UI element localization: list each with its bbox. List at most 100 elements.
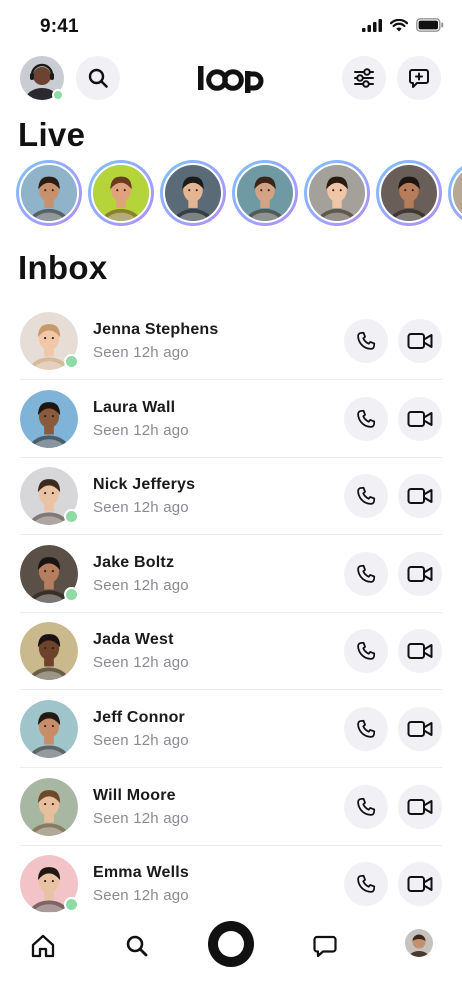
tab-bar	[0, 912, 462, 1000]
profile-avatar[interactable]	[20, 56, 64, 101]
video-camera-icon	[407, 488, 433, 505]
inbox-row[interactable]: Nick Jefferys Seen 12h ago	[0, 457, 462, 536]
battery-icon	[416, 18, 444, 32]
phone-icon	[357, 564, 376, 583]
live-story-avatar[interactable]	[16, 160, 82, 226]
video-call-button[interactable]	[398, 474, 442, 519]
live-avatar-photo	[91, 163, 151, 223]
contact-avatar	[20, 622, 78, 681]
contact-name: Jenna Stephens	[93, 321, 219, 338]
phone-icon	[357, 875, 376, 893]
contact-name: Nick Jefferys	[93, 476, 196, 494]
chat-icon	[313, 935, 337, 958]
status-bar: 9:41	[0, 0, 462, 52]
new-message-icon	[409, 69, 429, 88]
contact-name: Jeff Connor	[93, 709, 185, 726]
search-button[interactable]	[76, 56, 120, 100]
search-icon	[126, 935, 148, 957]
live-story-avatar[interactable]	[232, 160, 298, 226]
record-button[interactable]	[208, 921, 254, 967]
call-button[interactable]	[344, 319, 388, 363]
contact-avatar	[20, 389, 78, 448]
live-story-avatar[interactable]	[160, 160, 226, 226]
video-camera-icon	[407, 565, 433, 582]
call-button[interactable]	[344, 862, 388, 907]
video-call-button[interactable]	[398, 707, 442, 751]
phone-icon	[357, 797, 376, 816]
live-avatar-photo	[235, 163, 295, 223]
call-button[interactable]	[344, 551, 388, 596]
online-dot	[64, 509, 79, 525]
contact-status: Seen 12h ago	[93, 732, 189, 749]
contact-status: Seen 12h ago	[93, 344, 189, 361]
status-time: 9:41	[40, 16, 79, 37]
live-story-avatar[interactable]	[88, 160, 154, 226]
live-story-avatar[interactable]	[304, 160, 370, 226]
inbox-row[interactable]: Jenna Stephens Seen 12h ago	[0, 302, 462, 380]
header	[0, 52, 462, 106]
inbox-row[interactable]: Will Moore Seen 12h ago	[0, 768, 462, 846]
call-button[interactable]	[344, 629, 388, 674]
live-stories-row[interactable]	[16, 160, 462, 228]
video-call-button[interactable]	[398, 319, 442, 363]
call-button[interactable]	[344, 707, 388, 751]
new-message-button[interactable]	[397, 56, 441, 100]
tab-home[interactable]	[27, 930, 59, 962]
call-button[interactable]	[344, 784, 388, 829]
call-button[interactable]	[344, 396, 388, 441]
video-camera-icon	[407, 721, 433, 737]
contact-avatar	[20, 777, 78, 836]
live-avatar-photo	[451, 163, 462, 223]
contact-avatar	[20, 700, 78, 758]
live-avatar-photo	[163, 163, 223, 223]
live-story-avatar[interactable]	[376, 160, 442, 226]
online-dot	[52, 89, 64, 101]
filter-sliders-icon	[354, 68, 374, 88]
contact-status: Seen 12h ago	[93, 499, 189, 517]
live-section-title: Live	[18, 116, 86, 153]
contact-status: Seen 12h ago	[93, 421, 189, 439]
contact-name: Will Moore	[93, 786, 176, 804]
live-avatar-photo	[307, 163, 367, 223]
contact-name: Laura Wall	[93, 398, 176, 416]
video-call-button[interactable]	[398, 784, 442, 829]
online-dot	[64, 897, 79, 913]
contact-status: Seen 12h ago	[93, 887, 189, 905]
inbox-row[interactable]: Jada West Seen 12h ago	[0, 612, 462, 691]
video-call-button[interactable]	[398, 396, 442, 441]
contact-status: Seen 12h ago	[93, 809, 189, 827]
status-icons	[362, 18, 444, 32]
contact-status: Seen 12h ago	[93, 576, 189, 594]
video-call-button[interactable]	[398, 862, 442, 907]
contact-name: Jake Boltz	[93, 553, 175, 571]
phone-icon	[357, 719, 376, 738]
tab-profile-avatar[interactable]	[405, 929, 433, 957]
live-avatar-photo	[19, 163, 79, 223]
inbox-row[interactable]: Laura Wall Seen 12h ago	[0, 380, 462, 458]
wifi-icon	[390, 18, 408, 31]
video-camera-icon	[407, 876, 433, 893]
video-camera-icon	[407, 333, 433, 349]
app-logo	[196, 62, 266, 94]
tab-search[interactable]	[121, 930, 153, 962]
signal-icon	[362, 18, 382, 32]
tab-chat[interactable]	[309, 930, 341, 962]
inbox-section-title: Inbox	[18, 249, 108, 286]
video-camera-icon	[407, 643, 433, 660]
live-avatar-photo	[379, 163, 439, 223]
home-icon	[31, 934, 55, 958]
contact-name: Jada West	[93, 631, 174, 649]
video-call-button[interactable]	[398, 629, 442, 674]
live-story-avatar[interactable]	[448, 160, 462, 226]
filter-button[interactable]	[342, 56, 386, 100]
video-call-button[interactable]	[398, 551, 442, 596]
inbox-row[interactable]: Jake Boltz Seen 12h ago	[0, 535, 462, 613]
call-button[interactable]	[344, 474, 388, 519]
inbox-row[interactable]: Jeff Connor Seen 12h ago	[0, 690, 462, 768]
video-camera-icon	[407, 798, 433, 815]
record-icon	[218, 931, 244, 957]
search-icon	[88, 68, 108, 88]
phone-icon	[357, 409, 376, 428]
phone-icon	[357, 487, 376, 505]
phone-icon	[357, 642, 376, 661]
